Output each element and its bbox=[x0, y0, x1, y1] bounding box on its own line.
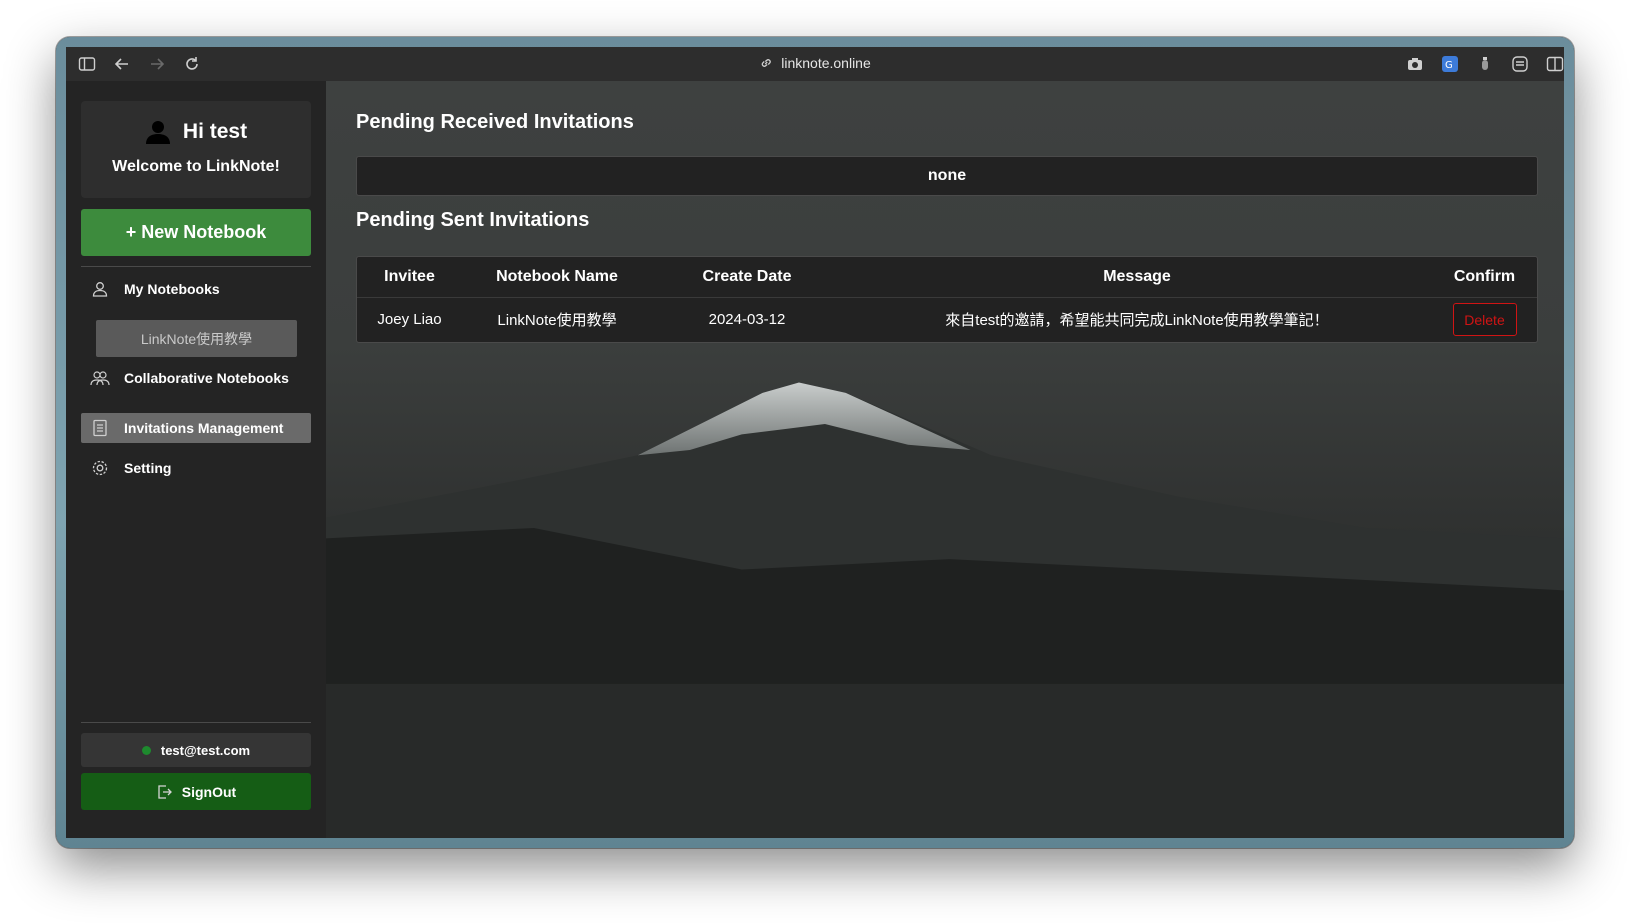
greeting-card: Hi test Welcome to LinkNote! bbox=[81, 101, 311, 198]
gear-icon bbox=[89, 457, 111, 479]
new-notebook-button[interactable]: + New Notebook bbox=[81, 209, 311, 256]
signout-label: SignOut bbox=[181, 783, 237, 800]
header-invitee: Invitee bbox=[384, 268, 435, 285]
sent-invitations-table: Invitee Notebook Name Create Date Messag… bbox=[356, 256, 1538, 343]
browser-toolbar: linknote.online G bbox=[66, 47, 1564, 81]
sidebar-bottom-divider bbox=[81, 722, 311, 723]
online-status-dot bbox=[141, 745, 151, 755]
sidebar-item-invitations-management[interactable]: Invitations Management bbox=[81, 413, 311, 443]
table-header: Invitee Notebook Name Create Date Messag… bbox=[357, 257, 1537, 298]
url-text: linknote.online bbox=[781, 55, 871, 71]
email-text: test@test.com bbox=[160, 742, 251, 758]
split-view-icon[interactable] bbox=[1546, 55, 1564, 73]
sidebar-item-setting[interactable]: Setting bbox=[81, 453, 311, 483]
page-content: Hi test Welcome to LinkNote! + New Noteb… bbox=[66, 81, 1564, 838]
delete-invitation-button[interactable]: Delete bbox=[1452, 303, 1517, 336]
sidebar-item-collaborative-notebooks[interactable]: Collaborative Notebooks bbox=[81, 363, 311, 393]
sidebar-item-label: Collaborative Notebooks bbox=[124, 370, 289, 386]
address-bar[interactable]: linknote.online bbox=[759, 55, 871, 71]
signout-button[interactable]: SignOut bbox=[81, 773, 311, 810]
forward-arrow-icon[interactable] bbox=[148, 55, 166, 73]
notebook-item[interactable]: LinkNote使用教學 bbox=[96, 320, 297, 357]
cell-create-date: 2024-03-12 bbox=[708, 311, 786, 328]
header-notebook-name: Notebook Name bbox=[496, 268, 618, 285]
header-message: Message bbox=[1103, 268, 1171, 285]
browser-viewport: linknote.online G Hi test Welcome to Lin… bbox=[66, 47, 1564, 838]
received-invitations-title: Pending Received Invitations bbox=[356, 111, 634, 133]
greeting: Hi test bbox=[81, 119, 311, 145]
cell-confirm: Delete bbox=[1432, 303, 1537, 336]
sidebar-item-label: Invitations Management bbox=[124, 420, 284, 436]
sidebar-item-label: Setting bbox=[124, 460, 172, 476]
svg-text:G: G bbox=[1445, 60, 1453, 71]
users-icon bbox=[89, 367, 111, 389]
welcome-text: Welcome to LinkNote! bbox=[112, 158, 280, 175]
account-email: test@test.com bbox=[81, 733, 311, 767]
signout-icon bbox=[158, 784, 172, 799]
browser-window: linknote.online G Hi test Welcome to Lin… bbox=[56, 37, 1574, 848]
cell-message: 來自test的邀請，希望能共同完成LinkNote使用教學筆記！ bbox=[945, 312, 1329, 329]
sidebar-divider bbox=[81, 266, 311, 267]
reload-icon[interactable] bbox=[183, 55, 201, 73]
user-avatar-icon bbox=[145, 121, 170, 144]
sidebar-item-label: My Notebooks bbox=[124, 281, 220, 297]
greeting-text: Hi test bbox=[182, 120, 248, 143]
sidebar: Hi test Welcome to LinkNote! + New Noteb… bbox=[66, 81, 326, 838]
link-icon bbox=[761, 59, 771, 67]
extension-icon[interactable] bbox=[1476, 55, 1494, 73]
user-icon bbox=[89, 278, 111, 300]
cell-notebook-name: LinkNote使用教學 bbox=[497, 312, 617, 329]
reader-icon[interactable] bbox=[1511, 55, 1529, 73]
sidebar-toggle-icon[interactable] bbox=[78, 55, 96, 73]
table-row: Joey Liao LinkNote使用教學 2024-03-12 來自test… bbox=[357, 297, 1537, 342]
header-create-date: Create Date bbox=[702, 268, 792, 285]
sent-invitations-title: Pending Sent Invitations bbox=[356, 209, 590, 231]
received-invitations-empty: none bbox=[356, 156, 1538, 196]
main-panel: Pending Received Invitations none Pendin… bbox=[326, 81, 1564, 838]
cell-invitee: Joey Liao bbox=[377, 311, 442, 328]
document-icon bbox=[89, 417, 111, 439]
translate-icon[interactable]: G bbox=[1441, 55, 1459, 73]
sidebar-item-my-notebooks[interactable]: My Notebooks bbox=[81, 274, 311, 304]
header-confirm: Confirm bbox=[1453, 268, 1516, 285]
camera-icon[interactable] bbox=[1406, 55, 1424, 73]
back-arrow-icon[interactable] bbox=[113, 55, 131, 73]
